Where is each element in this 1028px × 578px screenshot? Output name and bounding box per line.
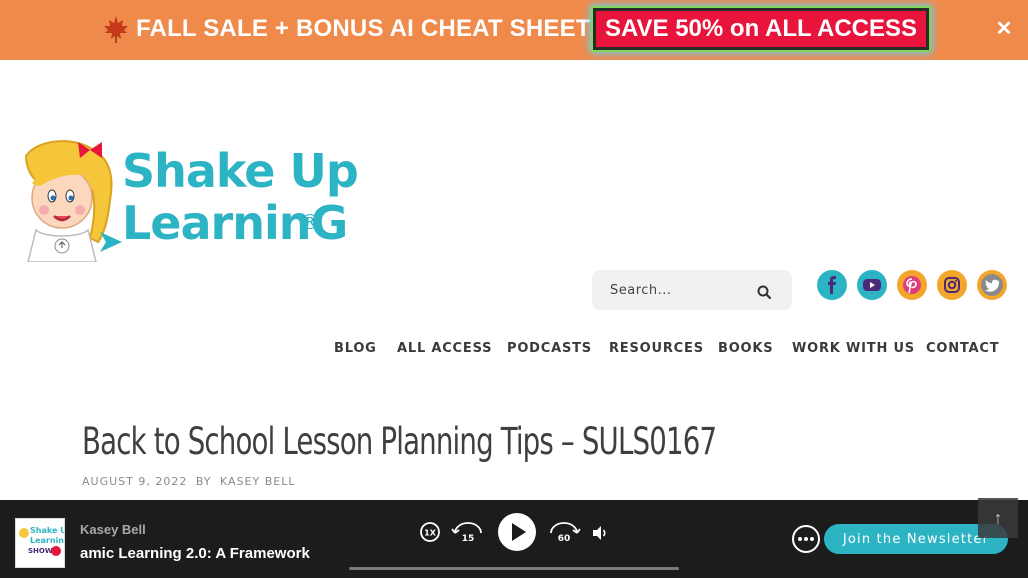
- maple-leaf-icon: [101, 14, 131, 44]
- post-by: BY: [195, 475, 212, 488]
- forward-seconds: 60: [558, 534, 571, 544]
- search-icon[interactable]: [754, 282, 774, 302]
- facebook-icon[interactable]: [817, 270, 847, 300]
- instagram-icon[interactable]: [937, 270, 967, 300]
- progress-bar[interactable]: [349, 567, 679, 570]
- playback-speed-label: 1X: [424, 529, 437, 538]
- more-options-button[interactable]: [792, 525, 820, 553]
- forward-button[interactable]: 60: [547, 520, 581, 546]
- episode-title: amic Learning 2.0: A Framework: [80, 545, 310, 562]
- promo-banner: FALL SALE + BONUS AI CHEAT SHEETS SAVE 5…: [0, 0, 1028, 60]
- site-logo[interactable]: Shake Up LearninG ®: [18, 138, 359, 262]
- nav-resources[interactable]: RESOURCES: [609, 340, 704, 358]
- post-meta: AUGUST 9, 2022 BY KASEY BELL: [82, 475, 295, 488]
- rewind-seconds: 15: [462, 534, 475, 544]
- nav-all-access[interactable]: ALL ACCESS: [397, 340, 492, 358]
- play-button[interactable]: [497, 512, 537, 552]
- search-input[interactable]: [610, 279, 750, 301]
- cover-art-line3: SHOW: [28, 547, 53, 555]
- registered-mark: ®: [300, 210, 320, 234]
- podcast-cover-art: Shake Up Learning SHOW: [15, 518, 73, 568]
- nav-podcasts[interactable]: PODCASTS: [507, 340, 592, 358]
- logo-text-line1: Shake Up: [122, 144, 359, 198]
- volume-icon[interactable]: [591, 524, 609, 542]
- promo-text: FALL SALE + BONUS AI CHEAT SHEETS: [136, 15, 607, 42]
- cover-art-line2: Learning: [30, 536, 64, 545]
- podcast-host: Kasey Bell: [80, 522, 146, 537]
- close-icon[interactable]: ✕: [993, 18, 1015, 40]
- scroll-to-top-button[interactable]: ↑: [978, 498, 1018, 538]
- mascot-icon: [24, 140, 122, 262]
- nav-blog[interactable]: BLOG: [334, 340, 377, 358]
- post-author[interactable]: KASEY BELL: [220, 475, 295, 488]
- nav-books[interactable]: BOOKS: [718, 340, 773, 358]
- promo-cta-button[interactable]: SAVE 50% on ALL ACCESS: [593, 8, 929, 50]
- nav-work-with-us[interactable]: WORK WITH US: [792, 340, 915, 358]
- podcast-player: Shake Up Learning SHOW Kasey Bell amic L…: [0, 498, 1028, 578]
- playback-speed-button[interactable]: 1X: [419, 521, 441, 543]
- rewind-button[interactable]: 15: [451, 520, 485, 546]
- twitter-icon[interactable]: [977, 270, 1007, 300]
- cover-art-line1: Shake Up: [30, 526, 64, 535]
- page-title: Back to School Lesson Planning Tips – SU…: [82, 420, 717, 463]
- youtube-icon[interactable]: [857, 270, 887, 300]
- post-date: AUGUST 9, 2022: [82, 475, 188, 488]
- nav-contact[interactable]: CONTACT: [926, 340, 999, 358]
- pinterest-icon[interactable]: [897, 270, 927, 300]
